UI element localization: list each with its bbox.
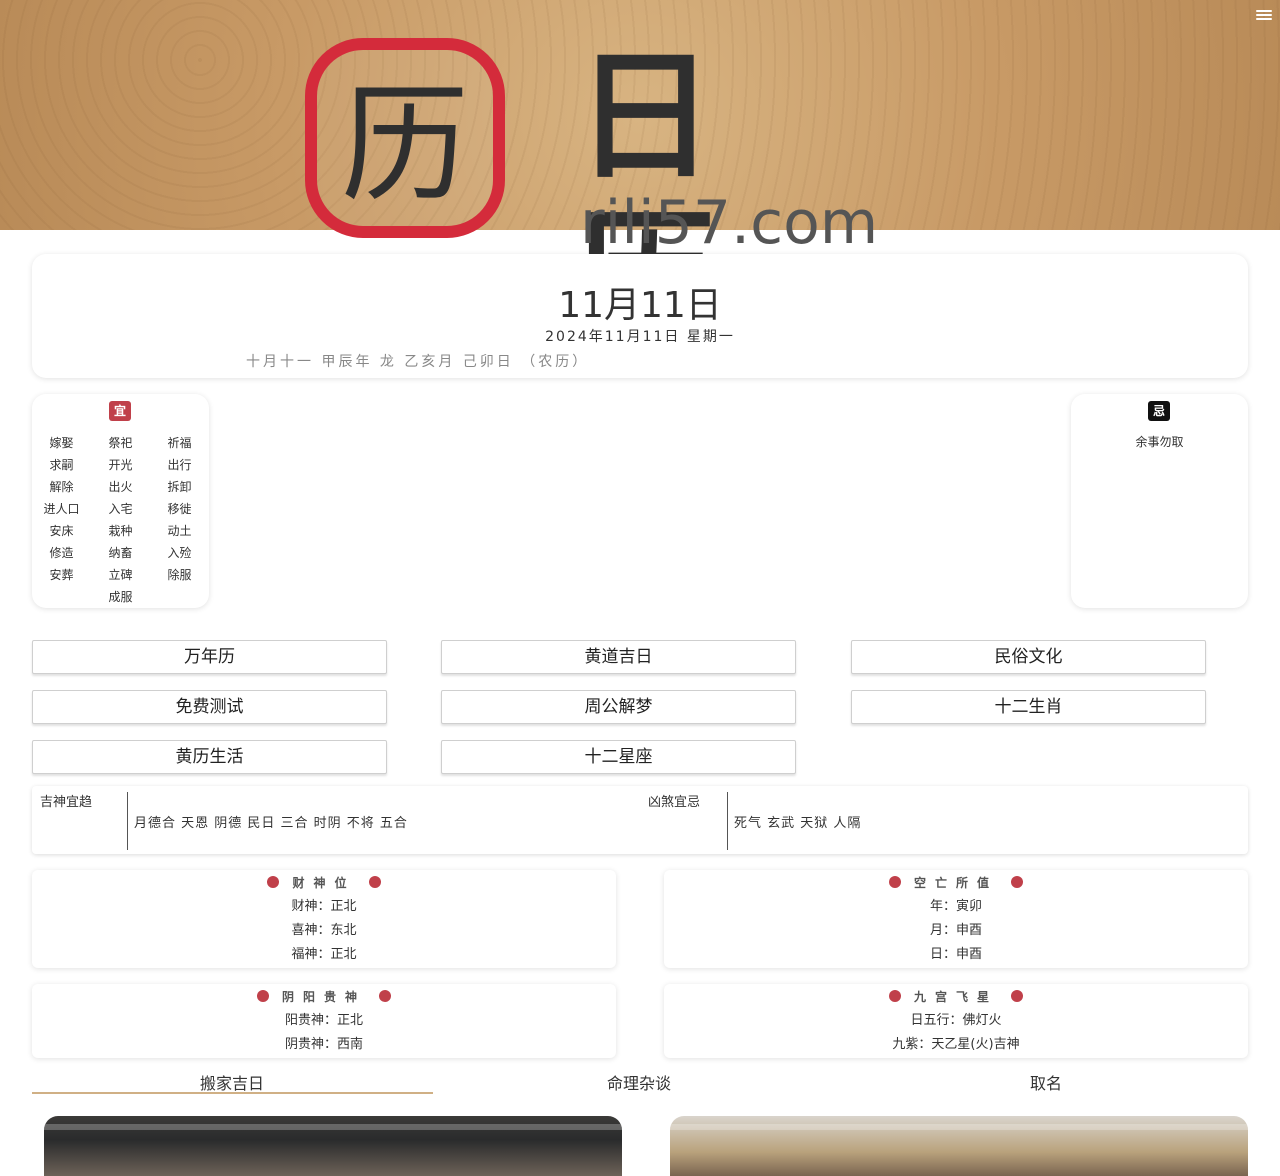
dot-icon: [888, 876, 901, 888]
thumbnail-decor: [670, 1124, 1248, 1130]
nav-minsu-button[interactable]: 民俗文化: [851, 640, 1206, 674]
yi-item: [32, 586, 91, 608]
dot-icon: [368, 876, 381, 888]
tab-banjia[interactable]: 搬家吉日: [32, 1070, 432, 1094]
hamburger-menu-icon[interactable]: [1256, 8, 1272, 22]
kongwang-title: 空亡所值: [664, 874, 1248, 891]
kongwang-month: 月：申酉: [929, 923, 982, 938]
xishen-line: 喜神：东北: [291, 923, 357, 938]
yi-item: 移徙: [167, 502, 192, 516]
guishen-title: 阴阳贵神: [32, 988, 616, 1005]
nav-wannianli-button[interactable]: 万年历: [32, 640, 387, 674]
kongwang-day: 日：申酉: [929, 947, 982, 962]
logo-glyph: 历: [340, 71, 469, 220]
tab-quming[interactable]: 取名: [846, 1070, 1246, 1094]
tab-mingli[interactable]: 命理杂谈: [439, 1070, 839, 1094]
yi-item: 入宅: [108, 502, 133, 516]
ji-card: 忌 余事勿取: [1071, 394, 1248, 608]
xiongsha-label: 凶煞宜忌: [648, 795, 701, 810]
yi-item: 嫁娶: [49, 436, 74, 450]
logo-domain: rili57.com: [580, 188, 879, 258]
caishen-card: 财神位 财神：正北 喜神：东北 福神：正北: [32, 870, 616, 968]
divider: [127, 792, 128, 850]
yi-item: 求嗣: [49, 458, 74, 472]
dot-icon: [379, 990, 392, 1002]
yi-item: 修造: [49, 546, 74, 560]
dot-icon: [256, 990, 269, 1002]
wuxing-line: 日五行：佛灯火: [910, 1013, 1002, 1028]
yi-item: 安葬: [49, 568, 74, 582]
dot-icon: [1011, 990, 1024, 1002]
yi-item: 入殓: [167, 546, 192, 560]
date-sub: 2024年11月11日 星期一: [545, 329, 735, 345]
article-thumbnail[interactable]: [44, 1116, 622, 1176]
yi-item: 出行: [167, 458, 192, 472]
feixing-line: 九紫：天乙星(火)吉神: [892, 1037, 1020, 1052]
date-card: 11月11日 2024年11月11日 星期一 十月十一 甲辰年 龙 乙亥月 己卯…: [32, 254, 1248, 378]
yi-card: 宜 嫁娶 祭祀 祈福求嗣 开光 出行解除 出火 拆卸进人口 入宅 移徙安床 栽种 动土修造 纳畜 入殓安…: [32, 394, 209, 608]
nav-xingzuo-button[interactable]: 十二星座: [441, 740, 796, 774]
nav-ceshi-button[interactable]: 免费测试: [32, 690, 387, 724]
yi-item: 出火: [108, 480, 133, 494]
yi-item: 拆卸: [167, 480, 192, 494]
yi-item: 栽种: [108, 524, 133, 538]
yi-item: 立碑: [108, 568, 133, 582]
site-logo[interactable]: 历 日历 rili57.com: [305, 38, 878, 358]
yi-item: 成服: [108, 590, 133, 604]
divider: [727, 792, 728, 850]
article-thumbnail[interactable]: [670, 1116, 1248, 1176]
nav-shengxiao-button[interactable]: 十二生肖: [851, 690, 1206, 724]
yi-item: 动土: [167, 524, 192, 538]
yi-item: 祈福: [167, 436, 192, 450]
dot-icon: [888, 990, 901, 1002]
yangguishen-line: 阳贵神：正北: [284, 1013, 363, 1028]
xiongsha-text: 死气 玄武 天狱 人隔: [734, 816, 862, 831]
nav-huangdao-button[interactable]: 黄道吉日: [441, 640, 796, 674]
logo-badge: 历: [305, 38, 505, 238]
jishen-label: 吉神宜趋: [40, 795, 93, 810]
yi-tag: 宜: [109, 401, 131, 421]
caishen-title-text: 财神位: [292, 876, 356, 890]
yi-item: 安床: [49, 524, 74, 538]
yi-item: [150, 586, 209, 608]
date-main: 11月11日: [558, 285, 722, 326]
guishen-title-text: 阴阳贵神: [281, 990, 366, 1004]
yi-item: 解除: [49, 480, 74, 494]
kongwang-title-text: 空亡所值: [913, 876, 998, 890]
jiugong-title-text: 九宫飞星: [913, 990, 998, 1004]
ji-text: 余事勿取: [1135, 435, 1184, 449]
caishen-title: 财神位: [32, 874, 616, 891]
ji-tag: 忌: [1148, 401, 1170, 421]
article-tabs: 搬家吉日 命理杂谈 取名: [32, 1070, 1248, 1096]
jishen-text: 月德合 天恩 阴德 民日 三合 时阴 不将 五合: [134, 816, 408, 831]
caishen-line: 财神：正北: [291, 899, 357, 914]
nav-jiemeng-button[interactable]: 周公解梦: [441, 690, 796, 724]
jiugong-title: 九宫飞星: [664, 988, 1248, 1005]
tab-active-underline: [32, 1092, 433, 1094]
yi-list: 嫁娶 祭祀 祈福求嗣 开光 出行解除 出火 拆卸进人口 入宅 移徙安床 栽种 动土修造 纳畜 入殓安葬 立…: [32, 432, 209, 608]
nav-shenghuo-button[interactable]: 黄历生活: [32, 740, 387, 774]
kongwang-year: 年：寅卯: [929, 899, 982, 914]
dot-icon: [1011, 876, 1024, 888]
yi-item: 除服: [167, 568, 192, 582]
yi-item: 纳畜: [108, 546, 133, 560]
date-lunar: 十月十一 甲辰年 龙 乙亥月 己卯日 （农历）: [246, 354, 590, 370]
dot-icon: [267, 876, 280, 888]
jiugong-card: 九宫飞星 日五行：佛灯火 九紫：天乙星(火)吉神: [664, 984, 1248, 1058]
yi-item: 开光: [108, 458, 133, 472]
yi-item: 祭祀: [108, 436, 133, 450]
kongwang-card: 空亡所值 年：寅卯 月：申酉 日：申酉: [664, 870, 1248, 968]
yi-item: 进人口: [43, 502, 80, 516]
fushen-line: 福神：正北: [291, 947, 357, 962]
thumbnail-decor: [44, 1124, 622, 1130]
yinguishen-line: 阴贵神：西南: [284, 1037, 363, 1052]
guishen-card: 阴阳贵神 阳贵神：正北 阴贵神：西南: [32, 984, 616, 1058]
jishen-card: 吉神宜趋 月德合 天恩 阴德 民日 三合 时阴 不将 五合 凶煞宜忌 死气 玄武…: [32, 786, 1248, 854]
